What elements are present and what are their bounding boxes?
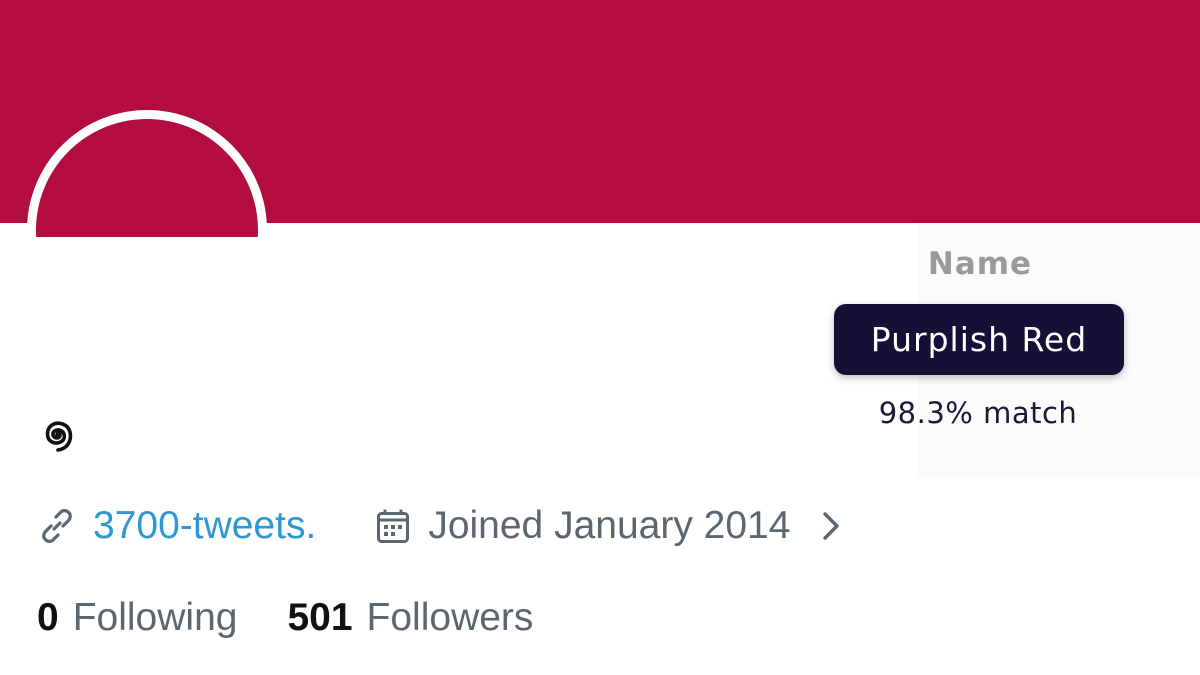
following-link[interactable]: 0 Following <box>37 596 237 640</box>
color-name-heading: Name <box>927 246 1033 282</box>
joined-date: Joined January 2014 <box>428 504 791 547</box>
match-percentage: 98.3% match <box>878 396 1078 430</box>
color-name-chip[interactable]: Purplish Red <box>834 304 1124 375</box>
following-count: 0 <box>37 596 59 639</box>
followers-count: 501 <box>287 596 353 639</box>
followers-label: Followers <box>366 596 534 639</box>
spiral-icon <box>45 421 73 452</box>
profile-meta-row: 3700-tweets. Joined January 2014 <box>37 498 842 554</box>
avatar[interactable] <box>27 110 267 237</box>
link-icon <box>42 509 72 543</box>
website-link[interactable]: 3700-tweets. <box>93 504 316 548</box>
calendar-icon <box>377 509 410 543</box>
follow-stats: 0 Following 501 Followers <box>37 590 533 646</box>
followers-link[interactable]: 501 Followers <box>287 596 533 640</box>
color-name-text: Purplish Red <box>870 320 1088 359</box>
following-label: Following <box>72 596 238 639</box>
profile-page: Name Purplish Red 98.3% match 3700-tweet… <box>0 0 1200 675</box>
chevron-right-icon[interactable] <box>820 510 842 542</box>
